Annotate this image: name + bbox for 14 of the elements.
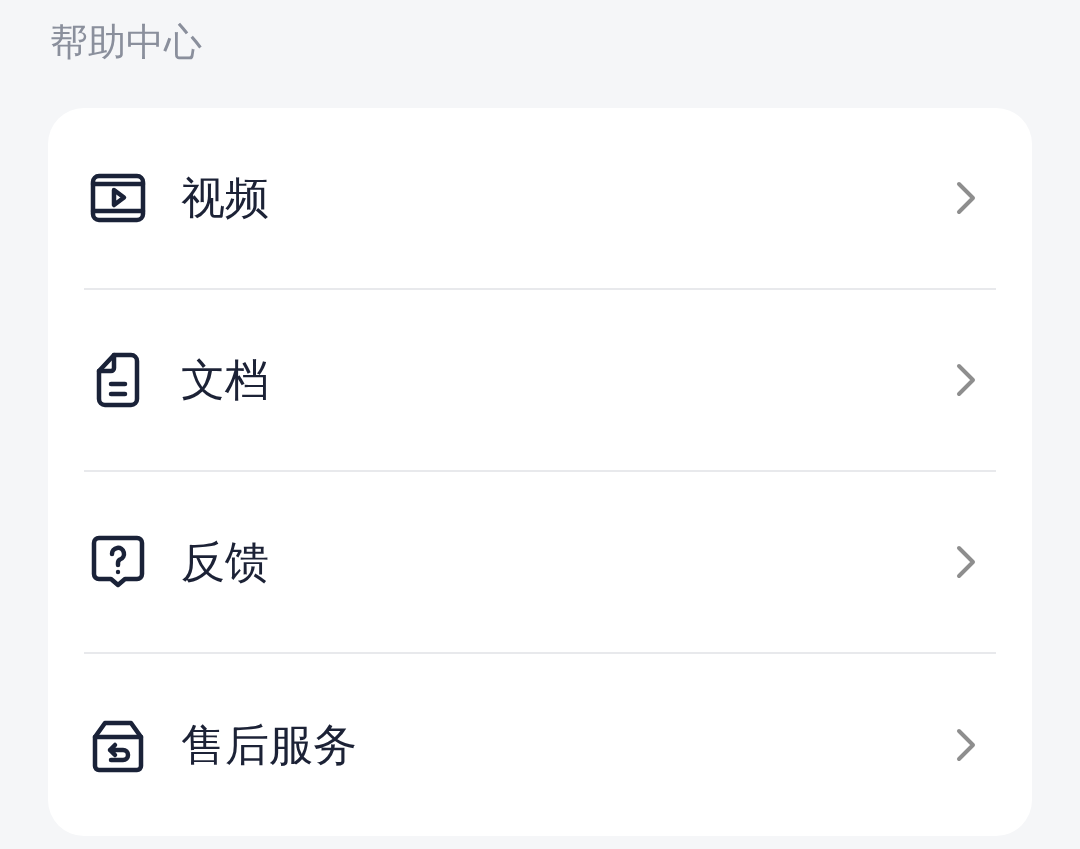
menu-item-label: 售后服务	[181, 719, 357, 771]
chevron-right-icon	[956, 728, 976, 762]
menu-item[interactable]: 视频	[84, 108, 996, 290]
menu-item[interactable]: 文档	[84, 290, 996, 472]
menu-item[interactable]: 售后服务	[84, 654, 996, 836]
chevron-right-icon	[956, 363, 976, 397]
menu-item-label: 文档	[181, 354, 269, 406]
chevron-right-icon	[956, 181, 976, 215]
menu-item-label: 反馈	[181, 536, 269, 588]
chevron-right-icon	[956, 545, 976, 579]
help-message-icon	[90, 534, 146, 590]
section-title: 帮助中心	[50, 21, 202, 63]
menu-item-label: 视频	[181, 172, 269, 224]
menu-item[interactable]: 反馈	[84, 472, 996, 654]
